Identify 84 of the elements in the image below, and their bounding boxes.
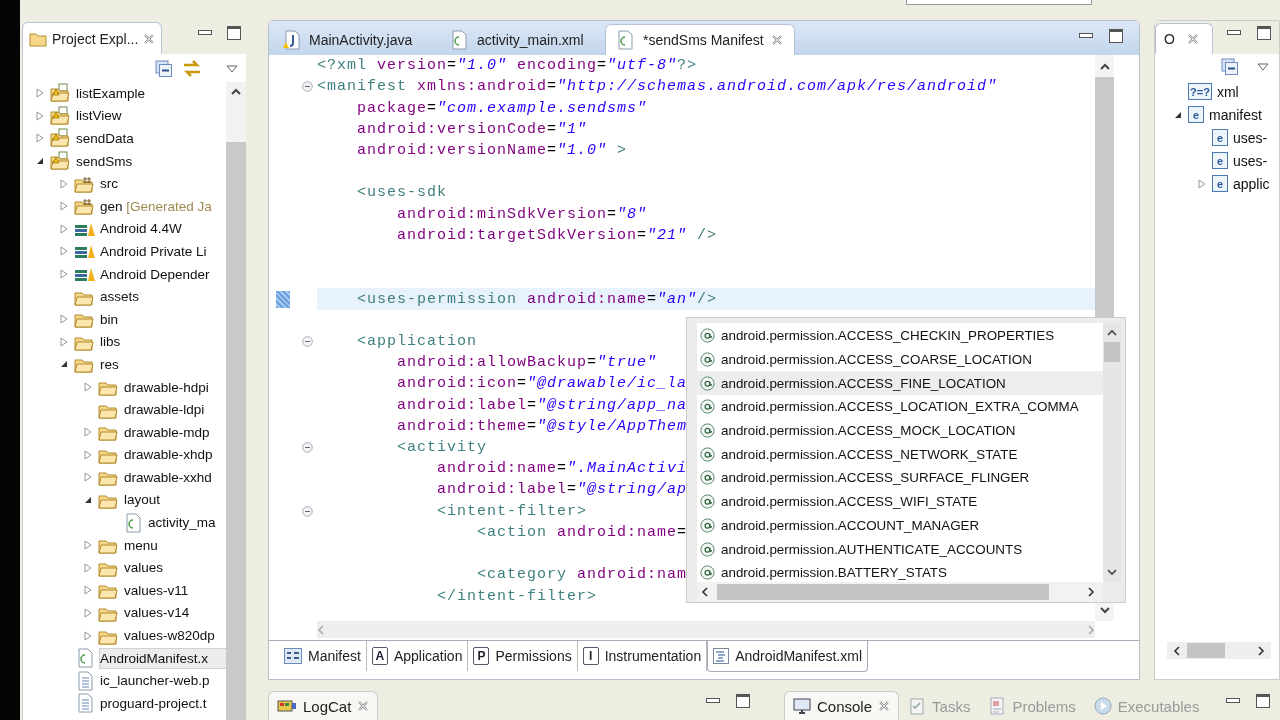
page-tab[interactable]: A Application [366,641,469,671]
tree-item[interactable]: values-w820dp [23,624,226,647]
code-line: <?xml version="1.0" encoding="utf-8"?> [317,57,698,75]
page-tab[interactable]: Manifest [279,641,367,671]
completion-item[interactable]: android.permission.ACCESS_CHECKIN_PROPERTIES [697,324,1103,348]
tree-item[interactable]: libs [23,330,226,354]
completion-item[interactable]: android.permission.ACCESS_NETWORK_STATE [697,442,1103,467]
panel-tab[interactable]: O [1155,23,1213,54]
code-line: android:versionName="1.0" > [356,142,628,159]
letter-badge-icon: P [473,647,490,665]
view-tab[interactable]: LogCat [268,691,379,720]
code-line: <activity [396,439,488,457]
outline-item[interactable]: e applic [1155,172,1279,195]
editor-tab[interactable]: activity_main.xml [439,24,599,55]
code-line: android:name=".MainActivi [436,460,688,478]
code-line: </intent-filter> [436,587,598,605]
tree-item[interactable]: bin [23,307,226,331]
code-line: android:minSdkVersion="8" [396,205,648,223]
code-line: <manifest xmlns:android="http://schemas.android.com/apk/res/android" [317,78,998,96]
completion-item[interactable]: android.permission.ACCESS_COARSE_LOCATION [697,347,1103,372]
tree-item[interactable]: values-v11 [23,579,226,602]
code-line: android:label="@string/app_na [396,396,688,414]
tree-item[interactable]: listExample [23,82,226,105]
tree-item[interactable]: drawable-ldpi [23,398,226,421]
code-line: <uses-permission android:name="an"/> [356,290,718,308]
code-line: package="com.example.sendsms" [356,99,648,117]
code-line: android:allowBackup="true" [396,354,658,372]
element-icon: e [1212,175,1228,192]
outline-item[interactable]: e uses- [1155,126,1279,149]
page-tab[interactable]: AndroidManifest.xml [707,641,868,672]
tree-item[interactable]: layout [23,488,226,512]
tree-item[interactable]: values-v14 [23,601,226,625]
element-icon: e [1212,129,1228,146]
tree-item[interactable]: gen [Generated Ja [23,194,226,218]
panel-tab[interactable]: Project Expl... [22,22,163,54]
code-line: <intent-filter> [436,502,588,520]
editor-tab[interactable]: *sendSms Manifest [605,24,795,55]
code-line: android:targetSdkVersion="21" /> [396,226,718,244]
tree-item[interactable]: sendData [23,127,226,150]
tree-item[interactable]: drawable-xxhd [23,466,226,489]
code-line: android:icon="@drawable/ic_la [396,375,688,393]
tree-item[interactable]: menu [23,533,226,557]
tree-item[interactable]: activity_ma [23,511,226,534]
processing-instruction-icon: ?=? [1188,83,1212,100]
completion-item[interactable]: android.permission.AUTHENTICATE_ACCOUNTS [697,537,1103,561]
tree-item[interactable]: Android Depender [23,262,226,286]
completion-item[interactable]: android.permission.ACCESS_SURFACE_FLINGER [697,466,1103,490]
editor-tab[interactable]: MainActivity.java [273,24,433,55]
tree-item[interactable]: Android 4.4W [23,217,226,241]
page-tab[interactable]: P Permissions [468,641,578,671]
completion-item[interactable]: android.permission.ACCESS_LOCATION_EXTRA_COMMA [697,395,1103,419]
page-tab[interactable]: I Instrumentation [577,641,708,671]
code-line: android:versionCode="1" [356,120,588,138]
tree-item[interactable]: proguard-project.t [23,692,226,715]
tree-item[interactable]: drawable-xhdp [23,443,226,467]
letter-badge-icon: A [371,647,388,665]
outline-item[interactable]: e uses- [1155,149,1279,172]
view-tab[interactable]: Console [784,691,900,720]
outline-item[interactable]: ?=? xml [1155,80,1279,103]
element-icon: e [1212,152,1228,169]
tree-item[interactable]: res [23,353,226,376]
tree-item[interactable]: ic_launcher-web.p [23,669,226,693]
letter-badge-icon: I [582,647,599,665]
outline-item[interactable]: e manifest [1155,103,1279,126]
code-line: <action android:name= [476,523,688,541]
tree-item[interactable]: Android Private Li [23,240,226,263]
tree-item[interactable]: assets [23,285,226,308]
tree-item[interactable]: drawable-hdpi [23,375,226,399]
completion-item[interactable]: android.permission.BATTERY_STATS [697,560,1103,582]
tree-item[interactable]: values [23,556,226,580]
tree-item[interactable]: sendSms [23,149,226,173]
code-line: android:theme="@style/AppThem [396,417,688,435]
tree-item[interactable]: src [23,172,226,195]
completion-item[interactable]: android.permission.ACCESS_WIFI_STATE [697,489,1103,514]
completion-item[interactable]: android.permission.ACCOUNT_MANAGER [697,513,1103,538]
code-line: <uses-sdk [356,184,448,202]
tree-item[interactable]: drawable-mdp [23,420,226,444]
code-line: <application [356,332,478,350]
code-line: android:label="@string/ap [436,481,688,499]
tree-item[interactable]: listView [23,104,226,128]
element-icon: e [1188,106,1204,123]
completion-item[interactable]: android.permission.ACCESS_FINE_LOCATION [697,371,1103,396]
code-line: <category android:nam [476,566,688,584]
completion-item[interactable]: android.permission.ACCESS_MOCK_LOCATION [697,418,1103,443]
